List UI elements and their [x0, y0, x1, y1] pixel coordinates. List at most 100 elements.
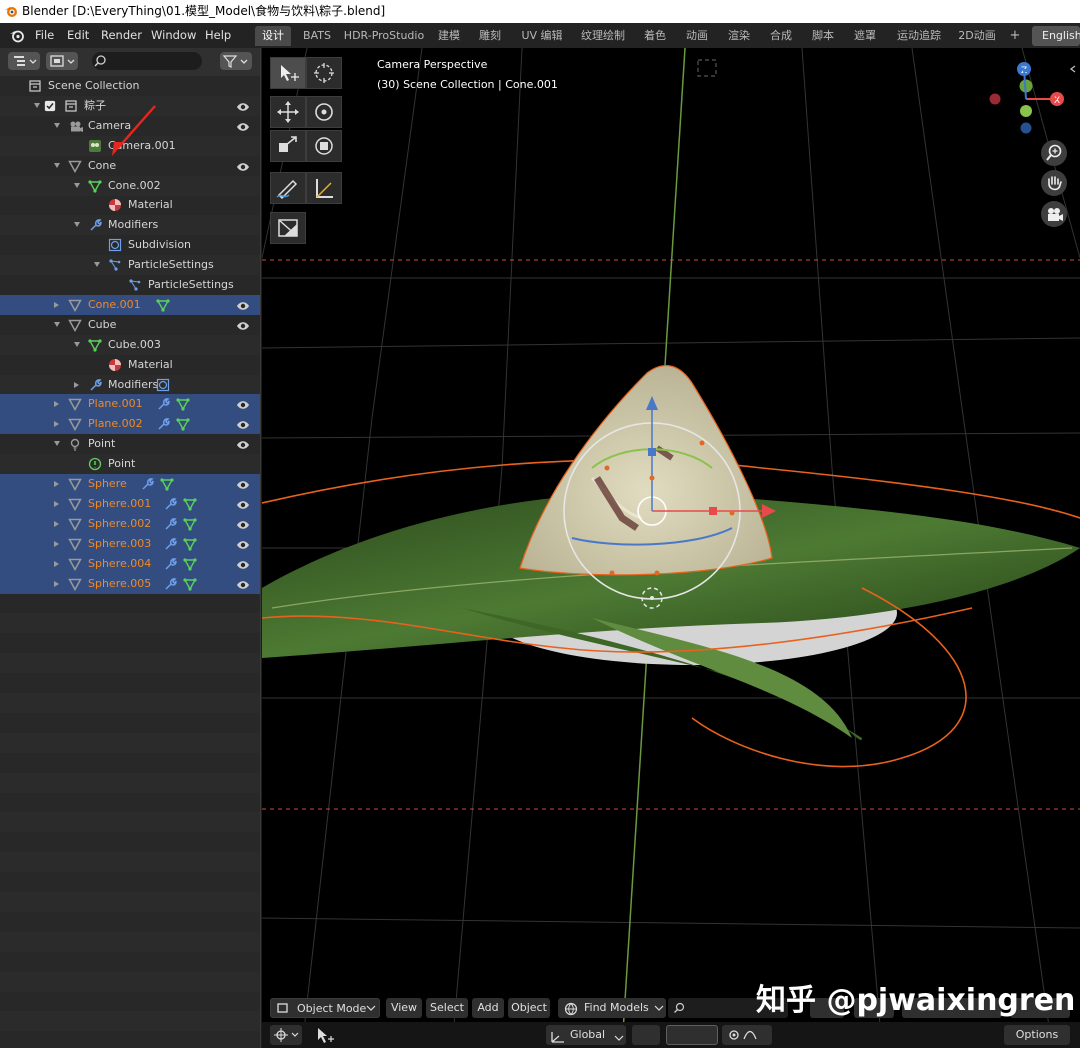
- outliner-row[interactable]: Point: [0, 434, 260, 454]
- outliner-row[interactable]: Material: [0, 195, 260, 215]
- tab-masking[interactable]: 遮罩: [850, 26, 880, 46]
- outliner-row[interactable]: Sphere.004: [0, 554, 260, 574]
- outliner-row[interactable]: Sphere: [0, 474, 260, 494]
- tab-hdr-prostudio[interactable]: HDR-ProStudio: [342, 26, 426, 46]
- camera-view-button[interactable]: [1041, 201, 1067, 227]
- display-mode-button[interactable]: [46, 52, 78, 70]
- menu-file[interactable]: File: [35, 23, 54, 48]
- visibility-eye-icon[interactable]: [236, 398, 250, 410]
- filter-button[interactable]: [220, 52, 252, 70]
- expand-arrow-right-icon[interactable]: [54, 401, 59, 408]
- pivot-transform-dropdown[interactable]: [632, 1025, 660, 1045]
- expand-arrow-down-icon[interactable]: [74, 182, 80, 188]
- outliner-row[interactable]: Sphere.005: [0, 574, 260, 594]
- expand-arrow-right-icon[interactable]: [54, 580, 59, 587]
- menu-view[interactable]: View: [386, 998, 422, 1018]
- tab-render[interactable]: 渲染: [724, 26, 754, 46]
- outliner-row[interactable]: Plane.002: [0, 414, 260, 434]
- outliner-row[interactable]: Cone.001: [0, 295, 260, 315]
- wrench-icon[interactable]: [156, 417, 170, 431]
- wrench-icon[interactable]: [163, 557, 177, 571]
- outliner-row[interactable]: ParticleSettings: [0, 275, 260, 295]
- mesh-data-icon[interactable]: [156, 298, 170, 312]
- expand-arrow-down-icon[interactable]: [74, 341, 80, 347]
- tab-modeling[interactable]: 建模: [434, 26, 464, 46]
- expand-arrow-down-icon[interactable]: [54, 441, 60, 447]
- snap-toggle[interactable]: [666, 1025, 718, 1045]
- tab-shading[interactable]: 着色: [640, 26, 670, 46]
- outliner-row[interactable]: Material: [0, 355, 260, 375]
- wrench-icon[interactable]: [163, 497, 177, 511]
- visibility-eye-icon[interactable]: [236, 578, 250, 590]
- expand-arrow-down-icon[interactable]: [54, 321, 60, 327]
- outliner-row[interactable]: Cube: [0, 315, 260, 335]
- pivot-point-dropdown[interactable]: [270, 1025, 302, 1045]
- wrench-icon[interactable]: [163, 537, 177, 551]
- mesh-data-icon[interactable]: [183, 557, 197, 571]
- options-dropdown[interactable]: Options: [1004, 1025, 1070, 1045]
- outliner-row[interactable]: Point: [0, 454, 260, 474]
- add-cube-tool[interactable]: [270, 212, 306, 244]
- visibility-eye-icon[interactable]: [236, 438, 250, 450]
- expand-arrow-down-icon[interactable]: [94, 262, 100, 268]
- outliner-row[interactable]: Sphere.002: [0, 514, 260, 534]
- menu-add[interactable]: Add: [472, 998, 504, 1018]
- visibility-eye-icon[interactable]: [236, 478, 250, 490]
- visibility-eye-icon[interactable]: [236, 100, 250, 112]
- mesh-data-icon[interactable]: [183, 517, 197, 531]
- expand-arrow-right-icon[interactable]: [54, 520, 59, 527]
- mesh-data-icon[interactable]: [176, 397, 190, 411]
- select-box-tool[interactable]: [270, 57, 306, 89]
- add-workspace-button[interactable]: +: [1007, 26, 1023, 46]
- cursor-tool[interactable]: [306, 57, 342, 89]
- mesh-data-icon[interactable]: [183, 497, 197, 511]
- visibility-eye-icon[interactable]: [236, 518, 250, 530]
- expand-arrow-right-icon[interactable]: [54, 301, 59, 308]
- pan-button[interactable]: [1041, 170, 1067, 196]
- outliner-row[interactable]: Cone.002: [0, 176, 260, 196]
- visibility-eye-icon[interactable]: [236, 558, 250, 570]
- menu-window[interactable]: Window: [151, 23, 196, 48]
- visibility-eye-icon[interactable]: [236, 319, 250, 331]
- visibility-eye-icon[interactable]: [236, 538, 250, 550]
- expand-arrow-right-icon[interactable]: [54, 560, 59, 567]
- tab-uv-edit[interactable]: UV 编辑: [516, 26, 568, 46]
- wrench-icon[interactable]: [156, 397, 170, 411]
- expand-arrow-right-icon[interactable]: [54, 500, 59, 507]
- outliner-row[interactable]: Sphere.001: [0, 494, 260, 514]
- tab-motion-tracking[interactable]: 运动追踪: [892, 26, 946, 46]
- tab-animation[interactable]: 动画: [682, 26, 712, 46]
- expand-arrow-right-icon[interactable]: [54, 421, 59, 428]
- editor-type-button[interactable]: [8, 52, 40, 70]
- tab-texture-paint[interactable]: 纹理绘制: [576, 26, 630, 46]
- outliner-search-input[interactable]: [92, 52, 202, 70]
- expand-arrow-down-icon[interactable]: [34, 102, 40, 108]
- zoom-button[interactable]: [1041, 140, 1067, 166]
- menu-edit[interactable]: Edit: [67, 23, 89, 48]
- select-cursor-icon[interactable]: [314, 1026, 336, 1046]
- outliner-row[interactable]: Modifiers: [0, 215, 260, 235]
- expand-arrow-down-icon[interactable]: [54, 162, 60, 168]
- visibility-eye-icon[interactable]: [236, 160, 250, 172]
- subdiv-icon[interactable]: [156, 378, 170, 392]
- outliner-row[interactable]: Plane.001: [0, 394, 260, 414]
- sidebar-toggle-icon[interactable]: [1068, 64, 1078, 74]
- outliner-row[interactable]: Scene Collection: [0, 76, 260, 96]
- tab-bats[interactable]: BATS: [298, 26, 336, 46]
- proportional-editing-toggle[interactable]: [722, 1025, 772, 1045]
- mesh-data-icon[interactable]: [183, 537, 197, 551]
- visibility-eye-icon[interactable]: [236, 299, 250, 311]
- expand-arrow-down-icon[interactable]: [54, 122, 60, 128]
- blender-menu-icon[interactable]: [9, 28, 24, 43]
- annotate-tool[interactable]: [270, 172, 306, 204]
- outliner-row[interactable]: ParticleSettings: [0, 255, 260, 275]
- wrench-icon[interactable]: [140, 477, 154, 491]
- menu-select[interactable]: Select: [426, 998, 468, 1018]
- outliner-row[interactable]: Cube.003: [0, 335, 260, 355]
- menu-help[interactable]: Help: [205, 23, 231, 48]
- 3d-viewport[interactable]: Z X Camera Perspective (30) Scene Collec…: [262, 48, 1080, 1048]
- expand-arrow-right-icon[interactable]: [74, 381, 79, 388]
- outliner-row[interactable]: Subdivision: [0, 235, 260, 255]
- tab-2d-animation[interactable]: 2D动画: [955, 26, 999, 46]
- menu-render[interactable]: Render: [101, 23, 142, 48]
